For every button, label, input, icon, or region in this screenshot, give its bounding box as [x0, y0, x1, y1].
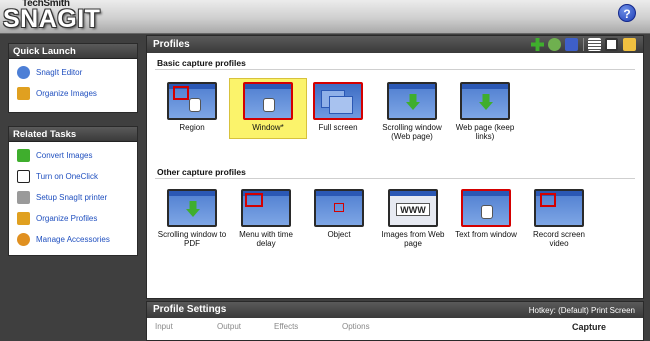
- capture-label: Capture: [572, 322, 607, 332]
- help-button[interactable]: ?: [618, 4, 636, 22]
- profile-menu-time-delay[interactable]: Menu with time delay: [231, 189, 301, 248]
- region-icon: [167, 82, 217, 120]
- profile-web-page[interactable]: Web page (keep links): [450, 82, 520, 141]
- record-video-icon: [534, 189, 584, 227]
- object-icon: [314, 189, 364, 227]
- task-setup-printer[interactable]: Setup SnagIt printer: [9, 187, 137, 208]
- profile-label: Object: [327, 230, 351, 239]
- profile-label: Menu with time delay: [239, 230, 293, 248]
- related-tasks-panel: Related Tasks Convert Images Turn on One…: [8, 126, 138, 256]
- profile-label: Scrolling window (Web page): [382, 123, 442, 141]
- printer-icon: [17, 191, 30, 204]
- task-organize-profiles[interactable]: Organize Profiles: [9, 208, 137, 229]
- profile-settings-title: Profile Settings: [153, 304, 227, 315]
- thumbnail-view-icon[interactable]: [605, 38, 618, 51]
- profile-label: Full screen: [318, 123, 358, 132]
- options-label: Options: [342, 322, 370, 331]
- profiles-panel: Profiles Basic capture profiles Region W…: [146, 35, 644, 299]
- profile-text-window[interactable]: Text from window: [451, 189, 521, 239]
- task-snagit-editor[interactable]: SnagIt Editor: [9, 62, 137, 83]
- organize-profiles-icon: [17, 212, 30, 225]
- task-label: SnagIt Editor: [36, 68, 83, 77]
- basic-profiles-title: Basic capture profiles: [157, 58, 246, 68]
- images-web-icon: WWW: [388, 189, 438, 227]
- quick-launch-panel: Quick Launch SnagIt Editor Organize Imag…: [8, 43, 138, 113]
- profile-scrolling-window[interactable]: Scrolling window (Web page): [377, 82, 447, 141]
- task-convert-images[interactable]: Convert Images: [9, 145, 137, 166]
- task-label: Organize Profiles: [36, 214, 98, 223]
- related-tasks-title: Related Tasks: [9, 127, 137, 142]
- profile-window[interactable]: Window*: [233, 82, 303, 132]
- snagit-editor-icon: [17, 66, 30, 79]
- profile-settings-panel: Profile Settings Hotkey: (Default) Print…: [146, 301, 644, 341]
- save-profile-icon[interactable]: [565, 38, 578, 51]
- convert-images-icon: [17, 149, 30, 162]
- profile-label: Scrolling window to PDF: [157, 230, 227, 248]
- profiles-title: Profiles: [153, 39, 190, 50]
- snagit-logo: SNAGIT: [3, 5, 101, 33]
- title-bar: TechSmith SNAGIT ?: [0, 0, 650, 34]
- oneclick-icon: [17, 170, 30, 183]
- web-page-icon: [460, 82, 510, 120]
- folder-icon[interactable]: [623, 38, 636, 51]
- profile-label: Region: [179, 123, 205, 132]
- task-label: Turn on OneClick: [36, 172, 98, 181]
- output-label: Output: [217, 322, 242, 331]
- full-screen-icon: [313, 82, 363, 120]
- profile-label: Text from window: [455, 230, 517, 239]
- accessories-icon: [17, 233, 30, 246]
- toolbar-separator: [583, 38, 584, 51]
- task-turn-on-oneclick[interactable]: Turn on OneClick: [9, 166, 137, 187]
- input-label: Input: [155, 322, 173, 331]
- effects-label: Effects: [274, 322, 299, 331]
- task-label: Organize Images: [36, 89, 97, 98]
- task-organize-images[interactable]: Organize Images: [9, 83, 137, 104]
- profile-label: Web page (keep links): [455, 123, 515, 141]
- scrolling-window-icon: [387, 82, 437, 120]
- profile-images-web[interactable]: WWW Images from Web page: [378, 189, 448, 248]
- profile-scrolling-pdf[interactable]: Scrolling window to PDF: [157, 189, 227, 248]
- text-window-icon: [461, 189, 511, 227]
- scrolling-pdf-icon: [167, 189, 217, 227]
- profile-wizard-icon[interactable]: [548, 38, 561, 51]
- profile-object[interactable]: Object: [304, 189, 374, 239]
- window-icon: [243, 82, 293, 120]
- profile-label: Window*: [252, 123, 284, 132]
- add-profile-icon[interactable]: [531, 38, 544, 51]
- quick-launch-title: Quick Launch: [9, 44, 137, 59]
- other-profiles-title: Other capture profiles: [157, 167, 246, 177]
- profiles-header: Profiles: [147, 36, 643, 53]
- task-label: Manage Accessories: [36, 235, 110, 244]
- divider: [155, 178, 635, 179]
- list-view-icon[interactable]: [588, 38, 601, 51]
- profile-full-screen[interactable]: Full screen: [303, 82, 373, 132]
- hotkey-label: Hotkey: (Default) Print Screen: [528, 306, 635, 315]
- profile-record-video[interactable]: Record screen video: [524, 189, 594, 248]
- task-label: Setup SnagIt printer: [36, 193, 108, 202]
- organize-images-icon: [17, 87, 30, 100]
- divider: [155, 69, 635, 70]
- profile-region[interactable]: Region: [157, 82, 227, 132]
- menu-delay-icon: [241, 189, 291, 227]
- task-label: Convert Images: [36, 151, 93, 160]
- task-manage-accessories[interactable]: Manage Accessories: [9, 229, 137, 250]
- www-label: WWW: [396, 203, 430, 216]
- profile-label: Images from Web page: [381, 230, 445, 248]
- profile-settings-header: Profile Settings Hotkey: (Default) Print…: [147, 302, 643, 318]
- profile-label: Record screen video: [532, 230, 586, 248]
